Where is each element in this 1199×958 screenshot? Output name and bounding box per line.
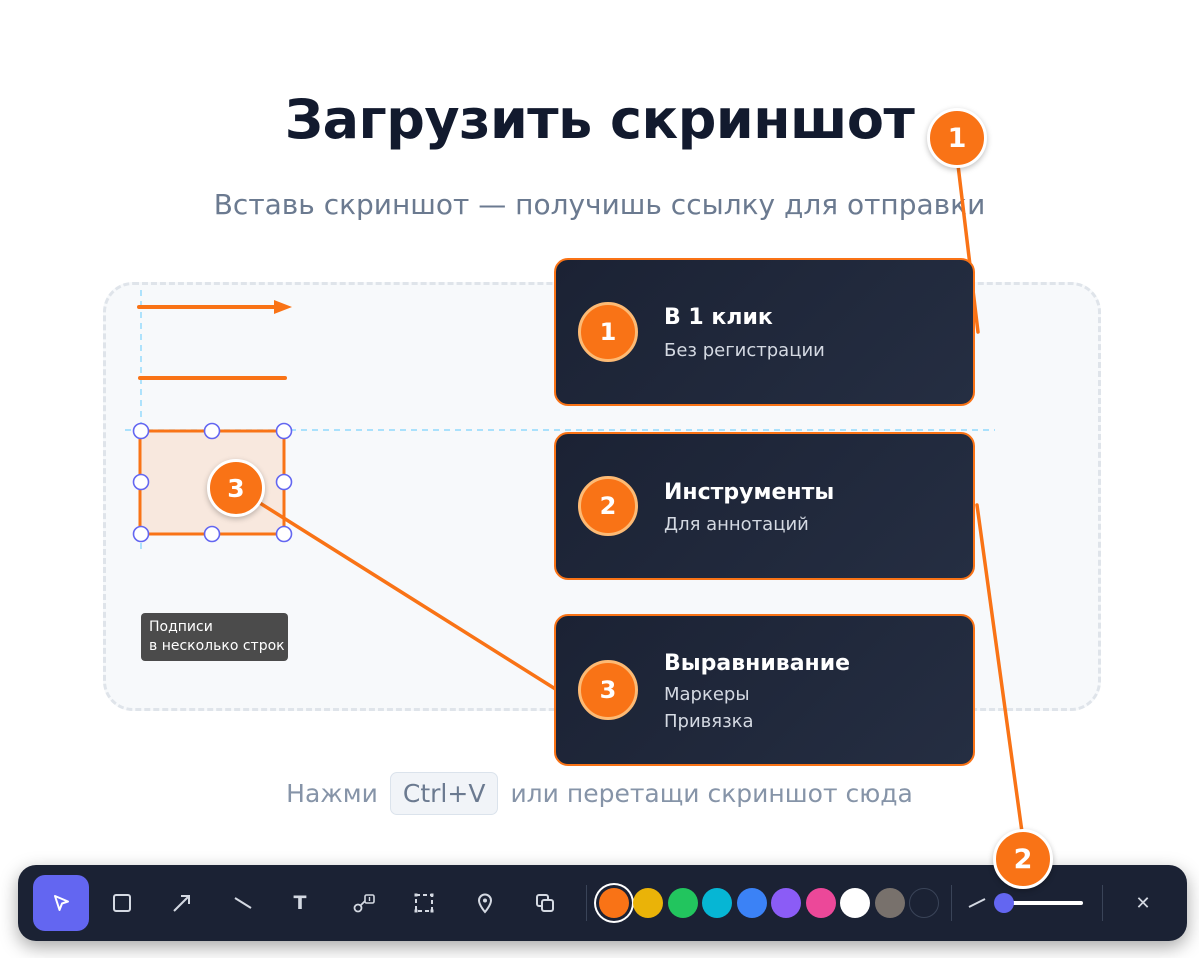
close-icon: ✕ [1135, 892, 1151, 914]
card-description-secondary: Привязка [664, 711, 754, 732]
selection-frame-tool-button[interactable] [396, 875, 452, 931]
color-swatch-yellow[interactable] [633, 888, 663, 918]
card-title: В 1 клик [664, 305, 773, 330]
paste-hint: Нажми Ctrl+V или перетащи скриншот сюда [0, 772, 1199, 815]
pin-icon [477, 893, 493, 914]
rectangle-tool-button[interactable] [94, 875, 150, 931]
feature-card-one-click[interactable]: 1 В 1 клик Без регистрации [554, 258, 975, 406]
text-tool-button[interactable]: T [272, 875, 328, 931]
card-number-badge: 2 [578, 476, 638, 536]
arrow-icon [173, 895, 190, 912]
hint-suffix: или перетащи скриншот сюда [510, 779, 913, 808]
color-swatch-dark[interactable] [909, 888, 939, 918]
numbered-callout-icon [353, 894, 375, 913]
toolbar-divider [951, 885, 952, 921]
color-swatch-purple[interactable] [771, 888, 801, 918]
toolbar-divider [586, 885, 587, 921]
card-title: Выравнивание [664, 651, 851, 676]
number-marker-1[interactable]: 1 [927, 108, 987, 168]
keyboard-shortcut: Ctrl+V [389, 772, 499, 815]
color-swatch-taupe[interactable] [875, 888, 905, 918]
label-line-1: Подписи [149, 619, 213, 635]
hint-prefix: Нажми [286, 779, 378, 808]
line-tool-button[interactable] [215, 875, 271, 931]
multiline-label-annotation[interactable]: Подписи в несколько строк [141, 613, 288, 661]
card-number-badge: 1 [578, 302, 638, 362]
text-icon: T [293, 892, 307, 914]
line-icon [234, 897, 252, 909]
label-line-2: в несколько строк [149, 638, 285, 654]
stroke-width-slider-thumb[interactable] [994, 893, 1014, 913]
toolbar-divider [1102, 885, 1103, 921]
feature-card-tools[interactable]: 2 Инструменты Для аннотаций [554, 432, 975, 580]
number-marker-2[interactable]: 2 [993, 829, 1053, 889]
arrow-tool-button[interactable] [154, 875, 210, 931]
color-swatch-white[interactable] [840, 888, 870, 918]
rectangle-icon [113, 894, 131, 912]
pin-tool-button[interactable] [457, 875, 513, 931]
card-description: Без регистрации [664, 340, 825, 361]
color-swatch-orange[interactable] [599, 888, 629, 918]
color-swatch-pink[interactable] [806, 888, 836, 918]
color-swatch-green[interactable] [668, 888, 698, 918]
feature-card-alignment[interactable]: 3 Выравнивание Маркеры Привязка [554, 614, 975, 766]
arrow-annotation[interactable] [137, 300, 292, 314]
card-description: Маркеры [664, 684, 750, 705]
copy-tool-button[interactable] [517, 875, 573, 931]
cursor-icon [54, 895, 69, 911]
select-tool-button[interactable] [33, 875, 89, 931]
card-title: Инструменты [664, 480, 835, 505]
color-swatch-blue[interactable] [737, 888, 767, 918]
card-description: Для аннотаций [664, 514, 809, 535]
selection-frame-icon [414, 893, 434, 913]
copy-icon [536, 894, 554, 912]
close-button[interactable]: ✕ [1115, 875, 1171, 931]
card-number-badge: 3 [578, 660, 638, 720]
stroke-width-icon [968, 898, 986, 908]
number-marker-3[interactable]: 3 [207, 459, 265, 517]
color-swatch-cyan[interactable] [702, 888, 732, 918]
numbered-callout-tool-button[interactable] [336, 875, 392, 931]
